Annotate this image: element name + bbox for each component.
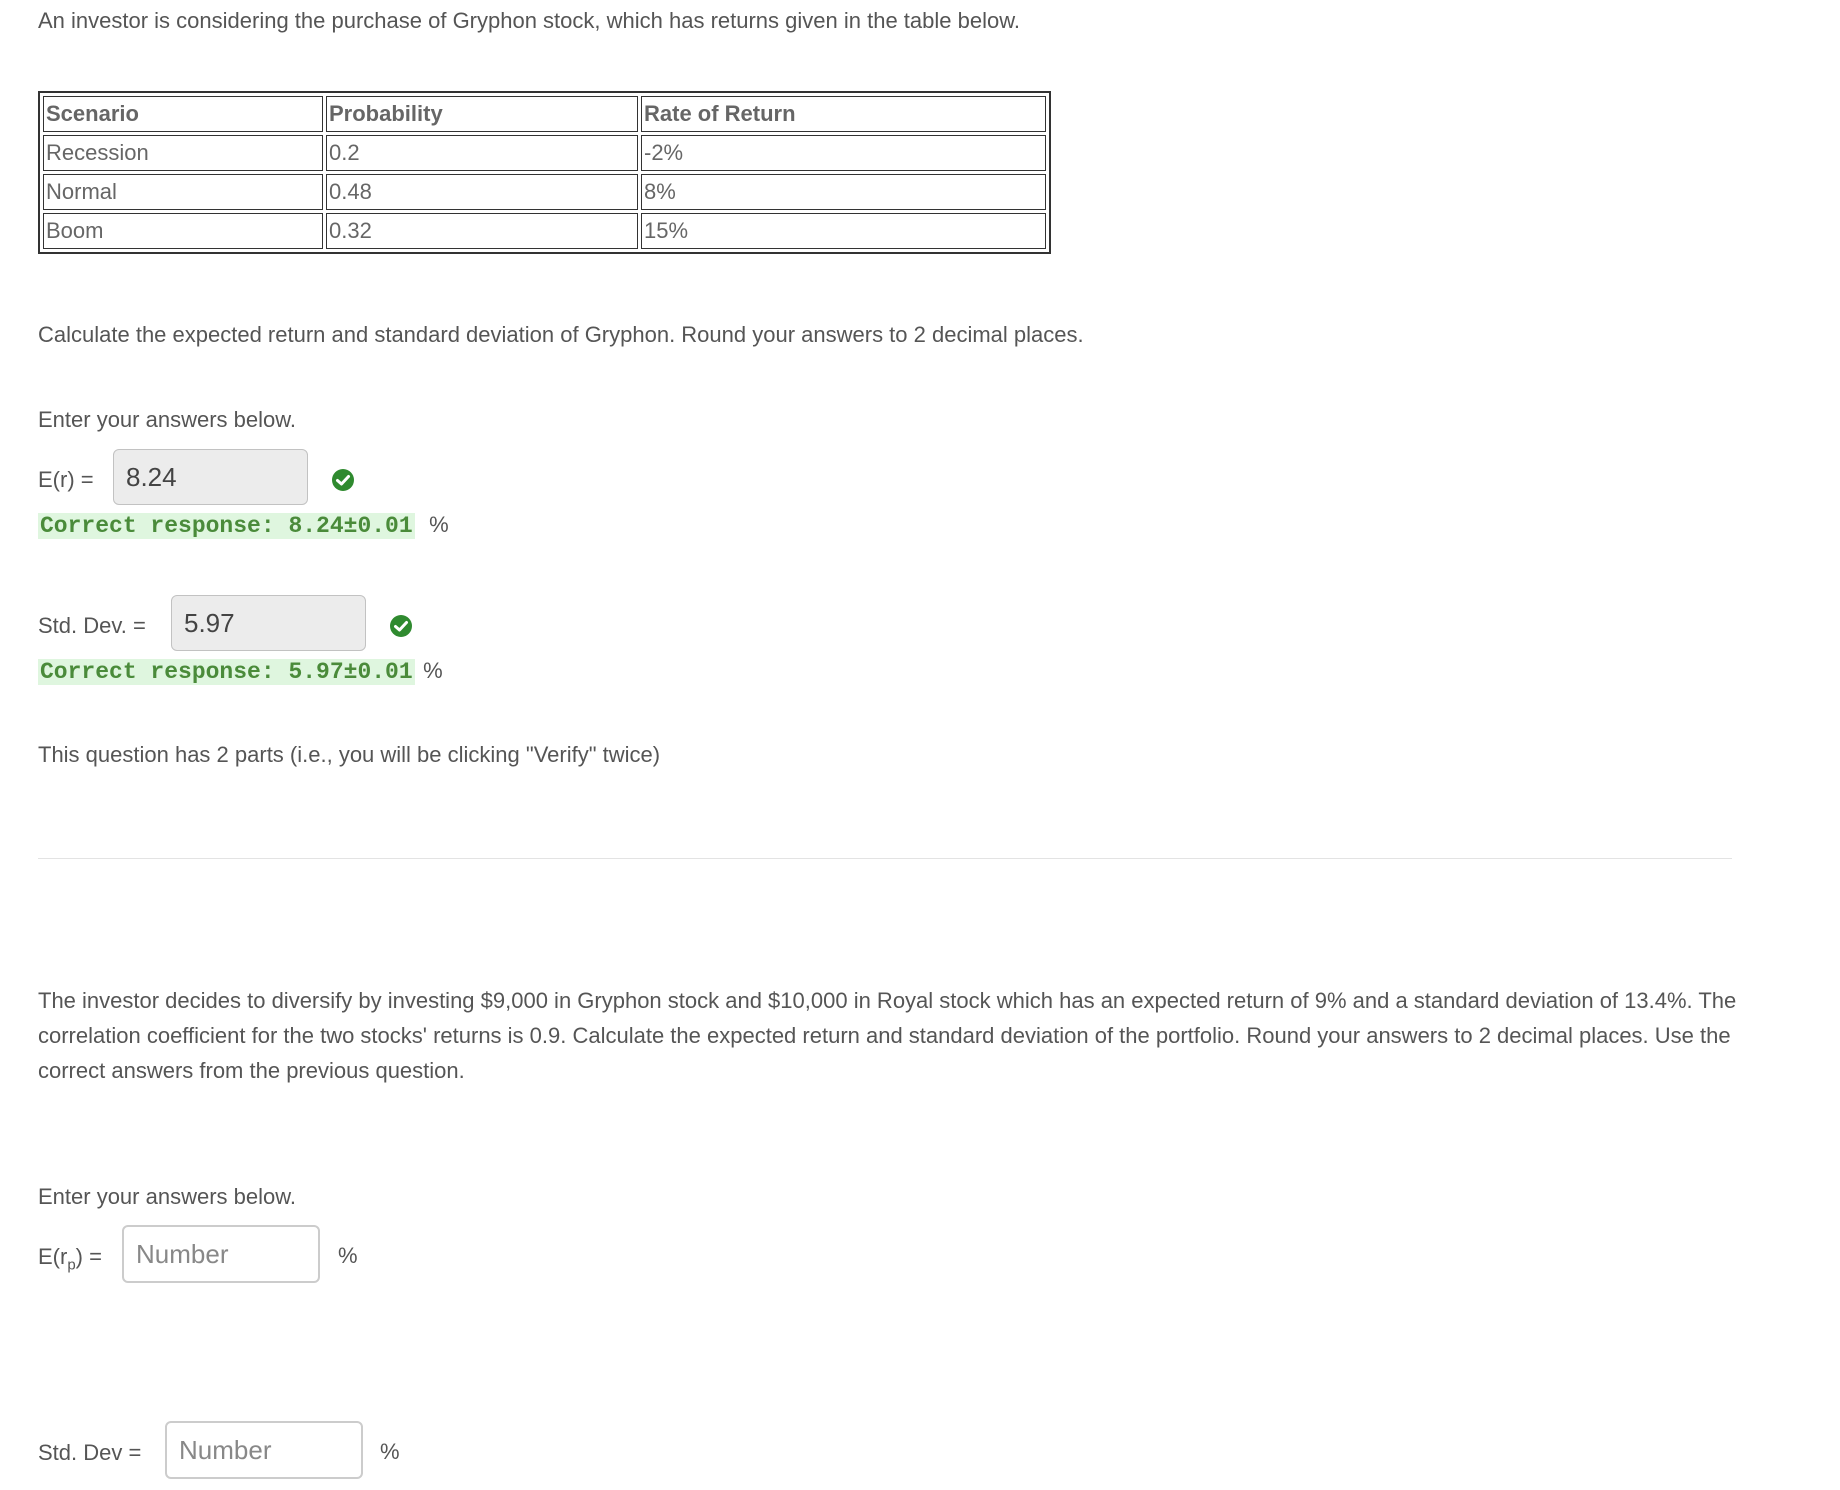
er-label: E(r) = <box>38 467 94 492</box>
table-header-cell: Probability <box>326 96 638 132</box>
table-cell: 0.32 <box>326 213 638 249</box>
returns-table-wrapper: Scenario Probability Rate of Return Rece… <box>38 91 1051 254</box>
part1-question: Calculate the expected return and standa… <box>38 322 1084 347</box>
table-cell: Normal <box>43 174 323 210</box>
sdp-input[interactable] <box>165 1421 363 1479</box>
sdp-label: Std. Dev = <box>38 1440 142 1465</box>
table-cell: Recession <box>43 135 323 171</box>
returns-table: Scenario Probability Rate of Return Rece… <box>38 91 1051 254</box>
part1-enter-label: Enter your answers below. <box>38 407 297 432</box>
table-cell: -2% <box>641 135 1046 171</box>
table-header-row: Scenario Probability Rate of Return <box>43 96 1046 132</box>
check-circle-icon <box>390 615 412 637</box>
erp-label-suffix: ) = <box>75 1244 102 1269</box>
table-cell: 8% <box>641 174 1046 210</box>
er-answer-box[interactable]: 8.24 <box>113 449 308 505</box>
erp-label-prefix: E(r <box>38 1244 68 1269</box>
part2-question: The investor decides to diversify by inv… <box>38 988 1737 1083</box>
er-feedback-row: Correct response: 8.24±0.01 % <box>38 510 449 541</box>
sd-label: Std. Dev. = <box>38 613 146 638</box>
parts-note: This question has 2 parts (i.e., you wil… <box>38 742 661 767</box>
table-cell: 0.48 <box>326 174 638 210</box>
part2-enter-label: Enter your answers below. <box>38 1184 297 1209</box>
intro-text: An investor is considering the purchase … <box>38 8 1020 33</box>
section-divider <box>38 858 1732 859</box>
erp-label-subscript: p <box>67 1256 76 1274</box>
sd-correct-response: Correct response: 5.97±0.01 <box>38 659 415 685</box>
sd-feedback-row: Correct response: 5.97±0.01 % <box>38 656 443 687</box>
table-row: Normal 0.48 8% <box>43 174 1046 210</box>
table-cell: 15% <box>641 213 1046 249</box>
table-cell: 0.2 <box>326 135 638 171</box>
er-correct-response: Correct response: 8.24±0.01 <box>38 513 415 539</box>
check-circle-icon <box>332 469 354 491</box>
table-cell: Boom <box>43 213 323 249</box>
table-header-cell: Rate of Return <box>641 96 1046 132</box>
sdp-unit: % <box>380 1439 400 1464</box>
erp-input[interactable] <box>122 1225 320 1283</box>
table-header-cell: Scenario <box>43 96 323 132</box>
sd-unit: % <box>423 658 443 683</box>
erp-unit: % <box>338 1243 358 1268</box>
table-row: Boom 0.32 15% <box>43 213 1046 249</box>
sd-answer-box[interactable]: 5.97 <box>171 595 366 651</box>
erp-label: E(rp) = <box>38 1240 102 1282</box>
er-unit: % <box>429 512 449 537</box>
table-row: Recession 0.2 -2% <box>43 135 1046 171</box>
